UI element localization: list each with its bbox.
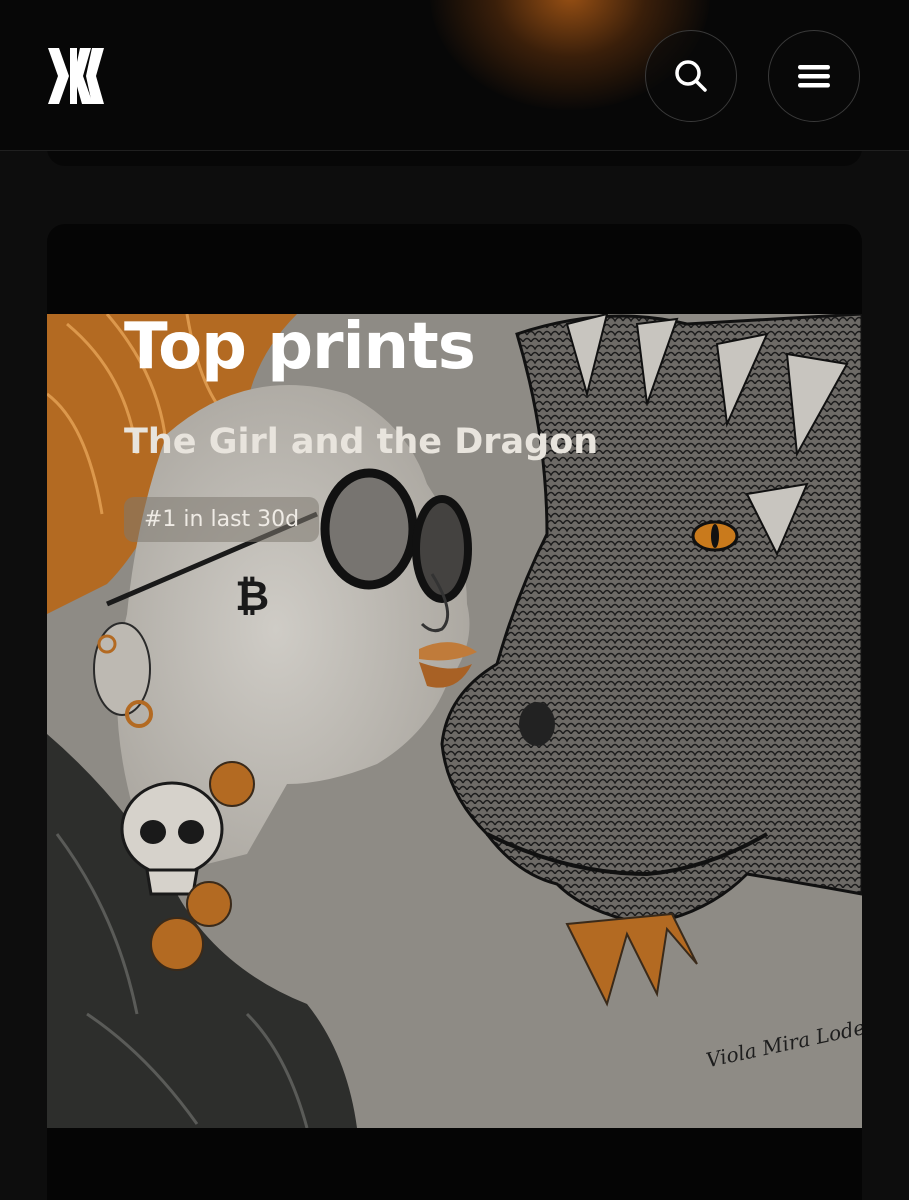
section-title: Top prints <box>124 310 476 384</box>
page: ₿ Viola Mira Loden Top prints The Girl a… <box>0 0 909 1200</box>
site-header <box>0 0 909 151</box>
search-button[interactable] <box>645 30 737 122</box>
hamburger-menu-icon <box>798 65 830 88</box>
svg-text:₿: ₿ <box>235 571 269 620</box>
top-prints-card[interactable]: ₿ Viola Mira Loden Top prints The Girl a… <box>47 224 862 1200</box>
rank-badge: #1 in last 30d <box>124 497 320 542</box>
brand-logo-icon[interactable] <box>46 46 106 106</box>
artwork-title[interactable]: The Girl and the Dragon <box>124 422 598 462</box>
menu-button[interactable] <box>768 30 860 122</box>
search-icon <box>675 60 707 92</box>
